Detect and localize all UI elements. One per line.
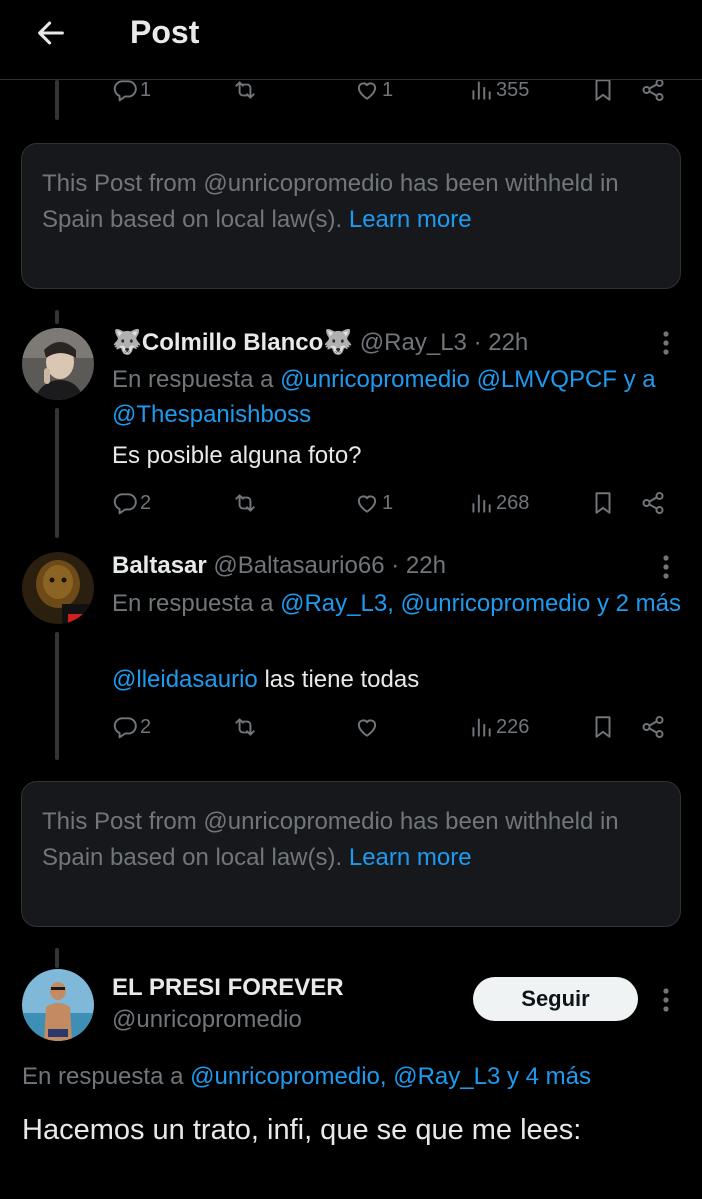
reply-context: En respuesta a @Ray_L3, @unricopromedio … — [112, 586, 682, 621]
reply-count: 1 — [140, 78, 152, 101]
withheld-notice: This Post from @unricopromedio has been … — [21, 781, 681, 927]
follow-button[interactable]: Seguir — [473, 977, 638, 1021]
thread-connector — [55, 310, 59, 324]
reply-count: 2 — [140, 491, 152, 514]
share-button[interactable] — [640, 710, 666, 744]
post-author: EL PRESI FOREVER — [112, 972, 344, 1004]
action-bar: 2 226 — [112, 710, 672, 744]
reply-icon — [113, 717, 137, 739]
tweet-text: Es posible alguna foto? — [112, 442, 362, 469]
views-button[interactable]: 268 — [468, 486, 529, 520]
reply-mentions[interactable]: @unricopromedio @LMVQPCF — [280, 366, 617, 393]
views-icon — [472, 494, 491, 513]
top-bar: Post — [0, 0, 702, 80]
like-count: 1 — [382, 78, 394, 101]
tweet-header: 🐺Colmillo Blanco🐺 @Ray_L3 · 22h — [112, 327, 528, 359]
avatar[interactable] — [22, 328, 94, 400]
timestamp: · 22h — [391, 552, 446, 579]
thread-connector — [55, 80, 59, 120]
avatar[interactable] — [22, 969, 94, 1041]
thread-connector — [55, 632, 59, 760]
withheld-notice-text: This Post from @unricopromedio has been … — [42, 808, 619, 871]
display-name[interactable]: Baltasar — [112, 552, 207, 579]
repost-icon — [235, 718, 255, 736]
more-dots-icon — [663, 988, 669, 1012]
repost-button[interactable] — [232, 710, 258, 744]
view-count: 226 — [496, 715, 530, 738]
share-button[interactable] — [640, 486, 666, 520]
display-name[interactable]: EL PRESI FOREVER — [112, 974, 344, 1001]
thread-connector — [55, 408, 59, 538]
learn-more-link[interactable]: Learn more — [349, 844, 472, 871]
user-handle[interactable]: @Baltasaurio66 — [213, 552, 384, 579]
learn-more-link[interactable]: Learn more — [349, 206, 472, 233]
bookmark-icon — [595, 492, 611, 514]
page-title: Post — [130, 14, 200, 50]
tweet-header: Baltasar @Baltasaurio66 · 22h — [112, 550, 446, 582]
display-name[interactable]: 🐺Colmillo Blanco🐺 — [112, 329, 353, 356]
reply-mentions[interactable]: @unricopromedio, @Ray_L3 y 4 más — [190, 1063, 591, 1090]
like-button[interactable]: 1 — [354, 486, 393, 520]
withheld-notice: This Post from @unricopromedio has been … — [21, 143, 681, 289]
bookmark-button[interactable] — [590, 710, 616, 744]
user-handle[interactable]: @unricopromedio — [112, 1006, 302, 1033]
reply-icon — [113, 80, 137, 102]
back-arrow-icon — [38, 21, 64, 45]
share-icon — [642, 715, 664, 739]
reply-button[interactable]: 2 — [112, 486, 151, 520]
more-options-button[interactable] — [652, 985, 680, 1015]
view-count: 268 — [496, 491, 530, 514]
avatar[interactable] — [22, 552, 94, 624]
more-dots-icon — [663, 555, 669, 579]
share-icon — [642, 491, 664, 515]
more-options-button[interactable] — [652, 552, 680, 582]
like-icon — [357, 495, 377, 513]
reply-prefix: En respuesta a — [112, 590, 274, 617]
share-icon — [642, 78, 664, 102]
reply-context: En respuesta a @unricopromedio @LMVQPCF … — [112, 362, 682, 432]
reply-icon — [113, 493, 137, 515]
more-options-button[interactable] — [652, 328, 680, 358]
bookmark-button[interactable] — [590, 486, 616, 520]
back-button[interactable] — [30, 12, 72, 54]
like-icon — [357, 719, 377, 737]
bookmark-icon — [595, 79, 611, 101]
like-icon — [357, 82, 377, 100]
views-icon — [472, 81, 491, 100]
repost-icon — [235, 494, 255, 512]
reply-mentions-2[interactable]: @Thespanishboss — [112, 401, 311, 428]
views-button[interactable]: 226 — [468, 710, 529, 744]
post-author-handle: @unricopromedio — [112, 1004, 302, 1036]
reply-joiner: y a — [623, 366, 656, 393]
reply-context: En respuesta a @unricopromedio, @Ray_L3 … — [22, 1059, 682, 1094]
timestamp: · 22h — [473, 329, 529, 356]
like-count: 1 — [382, 491, 394, 514]
repost-icon — [235, 81, 255, 99]
post-text: Hacemos un trato, infi, que se que me le… — [22, 1114, 582, 1146]
reply-count: 2 — [140, 715, 152, 738]
tweet-text-body: las tiene todas — [264, 666, 420, 693]
repost-button[interactable] — [232, 486, 258, 520]
reply-mentions[interactable]: @Ray_L3, @unricopromedio y 2 más — [280, 590, 681, 617]
view-count: 355 — [496, 78, 530, 101]
tweet-text: @lleidasaurio las tiene todas — [112, 664, 682, 696]
action-bar: 2 1 268 — [112, 486, 672, 520]
reply-button[interactable]: 2 — [112, 710, 151, 744]
bookmark-icon — [595, 716, 611, 738]
text-mention[interactable]: @lleidasaurio — [112, 666, 258, 693]
user-handle[interactable]: @Ray_L3 — [360, 329, 467, 356]
withheld-notice-text: This Post from @unricopromedio has been … — [42, 170, 619, 233]
like-button[interactable] — [354, 710, 382, 744]
thread-connector — [55, 948, 59, 968]
reply-prefix: En respuesta a — [112, 366, 274, 393]
more-dots-icon — [663, 331, 669, 355]
views-icon — [472, 718, 491, 737]
reply-prefix: En respuesta a — [22, 1063, 184, 1090]
